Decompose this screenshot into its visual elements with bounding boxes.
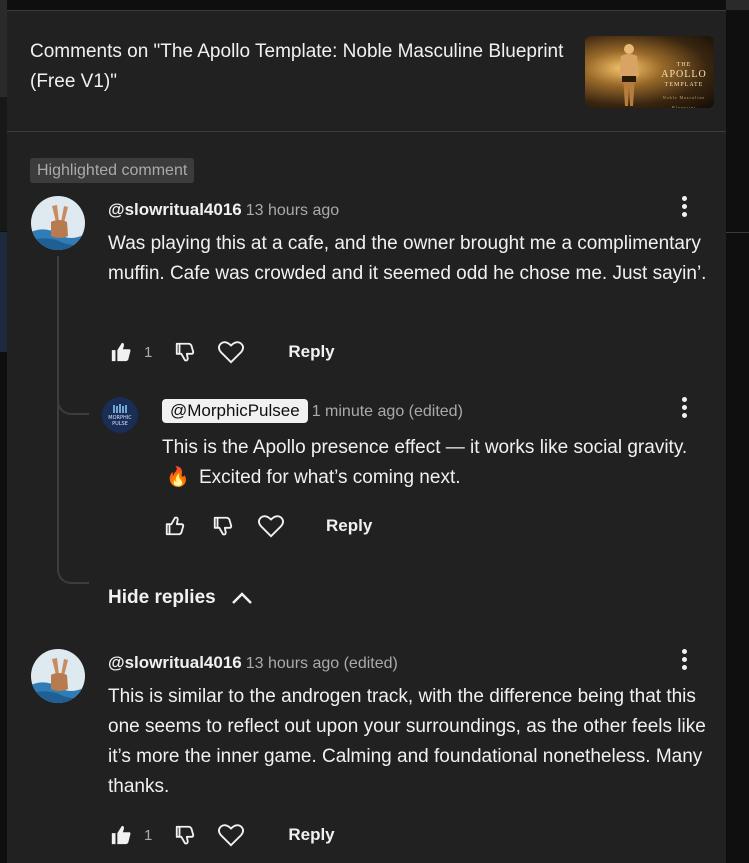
peace-hand-icon bbox=[31, 196, 85, 250]
peace-hand-icon bbox=[31, 649, 85, 703]
thread-connector bbox=[57, 406, 89, 584]
morphic-pulse-logo-icon: MORPHIC PULSE bbox=[102, 397, 138, 433]
comment-actions: 1 Reply bbox=[108, 337, 335, 367]
thumbs-up-icon bbox=[165, 516, 185, 536]
reply-button[interactable]: Reply bbox=[288, 825, 334, 845]
reply-text-part: Excited for what’s coming next. bbox=[198, 467, 461, 488]
background-strip bbox=[0, 97, 7, 231]
avatar[interactable] bbox=[31, 196, 85, 250]
chevron-up-icon bbox=[230, 590, 254, 606]
thumbs-up-filled-icon bbox=[111, 825, 131, 845]
dislike-button[interactable] bbox=[172, 339, 198, 365]
reply-button[interactable]: Reply bbox=[326, 516, 372, 536]
heart-button[interactable] bbox=[218, 822, 245, 848]
thumbs-down-icon bbox=[213, 516, 233, 536]
author-name[interactable]: @slowritual4016 bbox=[108, 653, 242, 672]
reply-text: This is the Apollo presence effect — it … bbox=[162, 433, 712, 493]
author-name[interactable]: @MorphicPulsee bbox=[162, 399, 308, 423]
comments-title: Comments on "The Apollo Template: Noble … bbox=[30, 41, 564, 92]
heart-icon bbox=[218, 341, 245, 364]
video-thumbnail[interactable]: THE APOLLO TEMPLATE Noble Masculine Blue… bbox=[585, 36, 714, 108]
dislike-button[interactable] bbox=[172, 822, 198, 848]
reply-actions: Reply bbox=[162, 511, 372, 541]
thumbs-down-icon bbox=[176, 825, 195, 845]
more-actions-icon[interactable] bbox=[679, 196, 689, 220]
comment-author[interactable]: @slowritual4016 13 hours ago bbox=[108, 199, 339, 222]
like-button[interactable] bbox=[108, 339, 134, 365]
comment-actions: 1 Reply bbox=[108, 820, 335, 850]
more-actions-icon[interactable] bbox=[679, 397, 689, 421]
thumbs-up-filled-icon bbox=[111, 342, 131, 362]
reply-text-part: This is the Apollo presence effect — it … bbox=[162, 437, 688, 458]
like-count: 1 bbox=[144, 343, 153, 361]
like-button[interactable] bbox=[108, 822, 134, 848]
comment-author[interactable]: @slowritual4016 13 hours ago (edited) bbox=[108, 652, 398, 675]
hide-replies-button[interactable]: Hide replies bbox=[108, 583, 254, 613]
dislike-button[interactable] bbox=[210, 513, 236, 539]
thread-line bbox=[57, 256, 59, 406]
author-name[interactable]: @slowritual4016 bbox=[108, 200, 242, 219]
like-button[interactable] bbox=[162, 513, 188, 539]
reply-button[interactable]: Reply bbox=[288, 342, 334, 362]
thumbnail-brand: THE APOLLO TEMPLATE Noble Masculine Blue… bbox=[661, 62, 707, 108]
reply-author[interactable]: @MorphicPulsee 1 minute ago (edited) bbox=[162, 399, 463, 423]
avatar[interactable]: MORPHIC PULSE bbox=[102, 397, 138, 433]
comments-header: Comments on "The Apollo Template: Noble … bbox=[7, 11, 726, 132]
heart-button[interactable] bbox=[218, 339, 245, 365]
thumbs-down-icon bbox=[176, 342, 195, 362]
heart-icon bbox=[218, 824, 245, 847]
background-strip bbox=[0, 0, 7, 97]
comments-panel: Comments on "The Apollo Template: Noble … bbox=[7, 10, 726, 863]
comment-text: Was playing this at a cafe, and the owne… bbox=[108, 233, 707, 284]
comment-timestamp[interactable]: 13 hours ago bbox=[246, 202, 339, 219]
background-strip bbox=[726, 0, 749, 862]
heart-icon bbox=[258, 515, 284, 538]
avatar[interactable] bbox=[31, 649, 85, 703]
comment-timestamp[interactable]: 13 hours ago (edited) bbox=[246, 655, 398, 672]
heart-button[interactable] bbox=[258, 513, 284, 539]
background-strip bbox=[0, 352, 7, 862]
highlighted-comment-badge: Highlighted comment bbox=[30, 158, 195, 183]
background-strip bbox=[0, 232, 7, 352]
comment-text: This is similar to the androgen track, w… bbox=[108, 686, 706, 797]
hide-replies-label: Hide replies bbox=[108, 587, 216, 608]
reply-timestamp[interactable]: 1 minute ago (edited) bbox=[312, 403, 463, 420]
more-actions-icon[interactable] bbox=[679, 649, 689, 673]
svg-text:PULSE: PULSE bbox=[112, 421, 128, 427]
fire-emoji-icon: 🔥 bbox=[166, 467, 190, 488]
statue-figure-icon bbox=[619, 44, 639, 106]
like-count: 1 bbox=[144, 826, 153, 844]
